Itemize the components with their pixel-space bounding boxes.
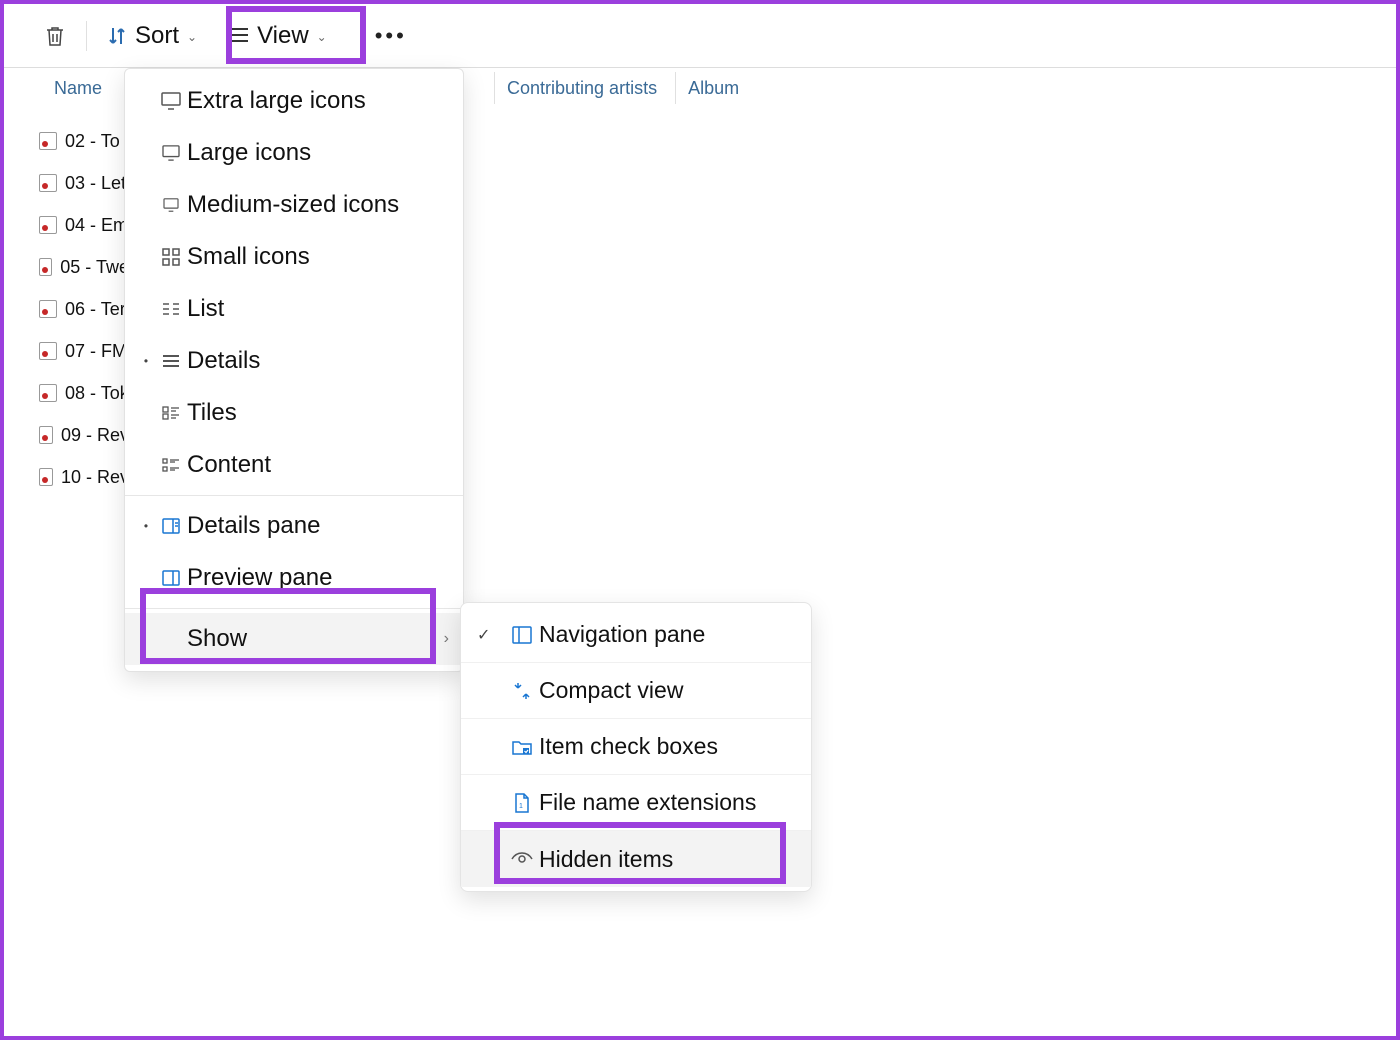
menu-item-large-icons[interactable]: Large icons	[125, 127, 463, 179]
list-item[interactable]: 03 - Let	[39, 162, 129, 204]
ellipsis-icon: •••	[375, 23, 407, 49]
eye-icon	[505, 852, 539, 866]
chevron-down-icon: ⌄	[317, 30, 327, 44]
details-pane-icon	[155, 518, 187, 534]
media-file-icon	[39, 384, 57, 402]
menu-item-medium-icons[interactable]: Medium-sized icons	[125, 179, 463, 231]
menu-item-details-pane[interactable]: • Details pane	[125, 500, 463, 552]
menu-item-tiles[interactable]: Tiles	[125, 387, 463, 439]
list-item[interactable]: 05 - Twe	[39, 246, 129, 288]
list-lines-icon	[227, 27, 249, 45]
media-file-icon	[39, 132, 57, 150]
monitor-icon	[155, 198, 187, 212]
list-icon	[155, 302, 187, 316]
submenu-item-navigation-pane[interactable]: ✓ Navigation pane	[461, 607, 811, 663]
checkbox-folder-icon	[505, 738, 539, 756]
delete-button[interactable]	[34, 13, 76, 59]
sort-icon	[107, 25, 127, 47]
list-item[interactable]: 04 - Em	[39, 204, 129, 246]
more-button[interactable]: •••	[365, 13, 417, 59]
list-item[interactable]: 06 - Ter	[39, 288, 129, 330]
menu-item-preview-pane[interactable]: Preview pane	[125, 552, 463, 604]
preview-pane-icon	[155, 570, 187, 586]
menu-separator	[125, 495, 463, 496]
navigation-pane-icon	[505, 626, 539, 644]
file-extension-icon: 1	[505, 793, 539, 813]
media-file-icon	[39, 468, 53, 486]
media-file-icon	[39, 342, 57, 360]
chevron-down-icon: ⌄	[187, 30, 197, 44]
menu-separator	[125, 608, 463, 609]
file-list: 02 - To 03 - Let 04 - Em 05 - Twe 06 - T…	[39, 120, 129, 498]
sort-button[interactable]: Sort ⌄	[97, 13, 207, 59]
menu-item-details[interactable]: • Details	[125, 335, 463, 387]
trash-icon	[44, 24, 66, 48]
column-contributing-artists[interactable]: Contributing artists	[494, 72, 657, 104]
chevron-right-icon: ›	[444, 630, 449, 648]
view-menu: Extra large icons Large icons Medium-siz…	[124, 68, 464, 672]
list-item[interactable]: 09 - Rev	[39, 414, 129, 456]
monitor-icon	[155, 92, 187, 110]
media-file-icon	[39, 216, 57, 234]
submenu-item-compact-view[interactable]: Compact view	[461, 663, 811, 719]
submenu-item-hidden-items[interactable]: Hidden items	[461, 831, 811, 887]
grid-icon	[155, 248, 187, 266]
media-file-icon	[39, 300, 57, 318]
svg-text:1: 1	[519, 803, 523, 810]
tiles-icon	[155, 406, 187, 420]
menu-item-small-icons[interactable]: Small icons	[125, 231, 463, 283]
view-button[interactable]: View ⌄	[217, 13, 337, 59]
menu-item-extra-large-icons[interactable]: Extra large icons	[125, 75, 463, 127]
view-label: View	[257, 22, 309, 50]
column-album[interactable]: Album	[675, 72, 739, 104]
compact-view-icon	[505, 682, 539, 700]
menu-item-list[interactable]: List	[125, 283, 463, 335]
menu-item-show[interactable]: Show ›	[125, 613, 463, 665]
details-lines-icon	[155, 354, 187, 368]
list-item[interactable]: 07 - FM	[39, 330, 129, 372]
show-submenu: ✓ Navigation pane Compact view Item chec…	[460, 602, 812, 892]
list-item[interactable]: 08 - Tok	[39, 372, 129, 414]
content-icon	[155, 458, 187, 472]
toolbar: Sort ⌄ View ⌄ •••	[4, 4, 1396, 68]
selected-bullet: •	[137, 519, 155, 533]
list-item[interactable]: 10 - Rev	[39, 456, 129, 498]
toolbar-divider	[86, 21, 87, 51]
media-file-icon	[39, 174, 57, 192]
sort-label: Sort	[135, 22, 179, 50]
list-item[interactable]: 02 - To	[39, 120, 129, 162]
media-file-icon	[39, 258, 52, 276]
check-icon: ✓	[477, 625, 505, 645]
submenu-item-file-name-extensions[interactable]: 1 File name extensions	[461, 775, 811, 831]
submenu-item-item-check-boxes[interactable]: Item check boxes	[461, 719, 811, 775]
monitor-icon	[155, 145, 187, 161]
media-file-icon	[39, 426, 53, 444]
menu-item-content[interactable]: Content	[125, 439, 463, 491]
selected-bullet: •	[137, 354, 155, 368]
